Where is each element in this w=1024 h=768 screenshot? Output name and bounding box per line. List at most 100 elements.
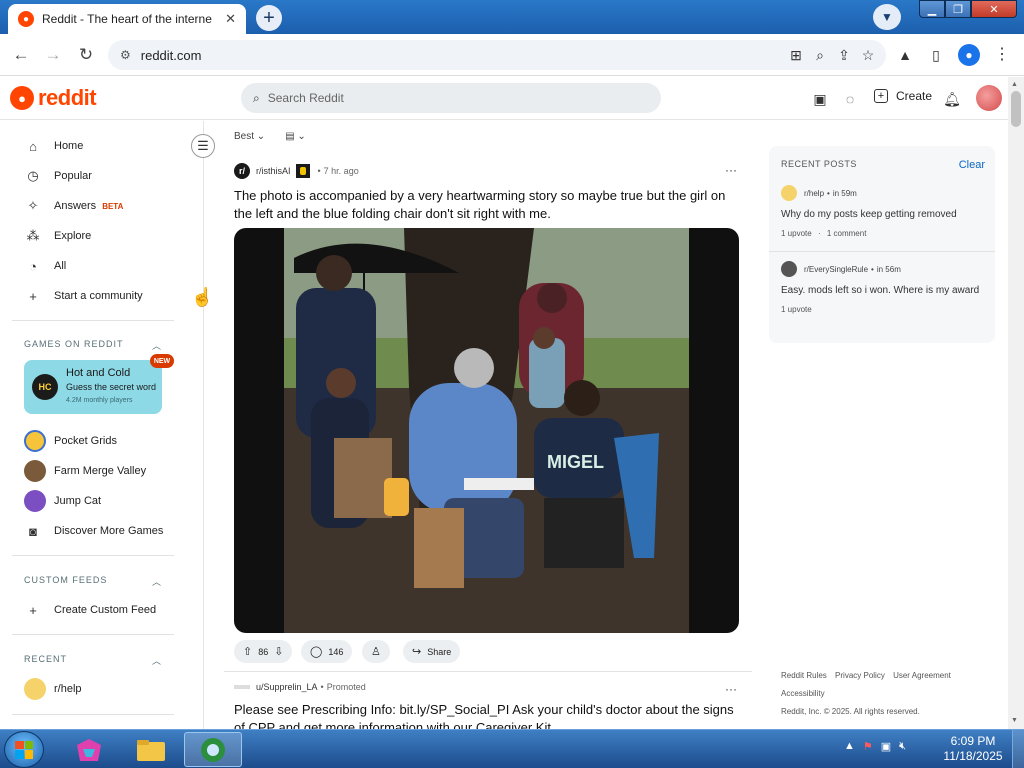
- address-bar[interactable]: ⚙ reddit.com: [108, 40, 886, 70]
- sidebar-item-popular[interactable]: ◷ Popular: [24, 165, 92, 187]
- sidebar-collapse-button[interactable]: ☰: [191, 134, 215, 158]
- browser-profile-icon[interactable]: ●: [958, 44, 980, 66]
- reddit-header: ● reddit ⌕ Search Reddit ▣ ◌ + Create 🔔︎: [0, 77, 1008, 120]
- sidebar-item-explore[interactable]: ⁂ Explore: [24, 225, 92, 247]
- game-title: Hot and Cold: [66, 367, 131, 379]
- sidebar-game-farm-merge-valley[interactable]: Farm Merge Valley: [24, 460, 146, 482]
- recent-posts-header: RECENT POSTS Clear: [781, 159, 985, 171]
- section-title: GAMES ON REDDIT: [24, 339, 124, 349]
- advertiser-link[interactable]: u/Supprelin_LA: [256, 682, 318, 692]
- chat-icon[interactable]: ◌: [840, 89, 860, 109]
- taskbar-app-paint[interactable]: [60, 732, 118, 767]
- clear-recent-button[interactable]: Clear: [959, 159, 985, 171]
- subreddit-link[interactable]: r/isthisAI: [256, 166, 291, 176]
- recent-post-time: in 56m: [876, 264, 901, 274]
- custom-feeds-section-header[interactable]: CUSTOM FEEDS ︿: [24, 575, 162, 588]
- create-label: Create: [896, 89, 933, 103]
- user-avatar[interactable]: [976, 85, 1002, 111]
- r-help-icon: [24, 678, 46, 700]
- share-page-icon[interactable]: ⇪: [834, 44, 854, 66]
- browser-tab[interactable]: ● Reddit - The heart of the interne ✕: [8, 4, 246, 34]
- downvote-icon[interactable]: ⇩: [274, 645, 283, 658]
- recent-post-item[interactable]: r/EverySingleRule • in 56m Easy. mods le…: [781, 261, 985, 314]
- start-button[interactable]: [4, 731, 44, 768]
- popular-icon: ◷: [27, 168, 39, 183]
- side-panel-icon[interactable]: ▯: [926, 44, 946, 66]
- sidebar-item-all[interactable]: ◔ All: [24, 255, 66, 277]
- taskbar-clock[interactable]: 6:09 PM 11/18/2025: [940, 734, 1006, 764]
- taskbar-app-file-explorer[interactable]: [122, 732, 180, 767]
- r-help-icon: [781, 185, 797, 201]
- games-section-header[interactable]: GAMES ON REDDIT ︿: [24, 339, 162, 352]
- reddit-logo[interactable]: ● reddit: [10, 85, 97, 111]
- action-center-flag-icon[interactable]: ⚑: [863, 740, 873, 753]
- scroll-up-arrow-icon[interactable]: ▲: [1011, 81, 1018, 88]
- new-tab-button[interactable]: +: [256, 5, 282, 31]
- zoom-icon[interactable]: ⌕: [810, 44, 830, 66]
- post-image[interactable]: MIGEL: [234, 228, 739, 633]
- browser-menu-icon[interactable]: ⋮: [994, 44, 1010, 64]
- window-maximize-button[interactable]: ❐: [945, 0, 971, 18]
- plus-icon: +: [874, 89, 888, 103]
- volume-muted-icon[interactable]: 🔇︎: [899, 740, 906, 753]
- sort-dropdown[interactable]: Best ⌄: [234, 131, 265, 142]
- extensions-icon[interactable]: ▲: [895, 44, 915, 66]
- footer-link-accessibility[interactable]: Accessibility: [781, 689, 825, 698]
- recent-posts-panel: RECENT POSTS Clear r/help • in 59m Why d…: [769, 146, 995, 343]
- sidebar-game-pocket-grids[interactable]: Pocket Grids: [24, 430, 117, 452]
- view-layout-dropdown[interactable]: ▤ ⌄: [285, 131, 306, 142]
- comments-button[interactable]: ◯ 146: [301, 640, 353, 663]
- subreddit-icon: r/: [234, 163, 250, 179]
- back-arrow-icon[interactable]: ←: [10, 44, 32, 66]
- footer-link-user-agreement[interactable]: User Agreement: [893, 671, 951, 680]
- forward-arrow-icon[interactable]: →: [42, 44, 64, 66]
- create-custom-feed-button[interactable]: + Create Custom Feed: [24, 599, 156, 621]
- footer-link-rules[interactable]: Reddit Rules: [781, 671, 827, 680]
- feed-controls: Best ⌄ ▤ ⌄: [234, 131, 306, 142]
- sidebar-divider: [12, 555, 174, 556]
- reddit-wordmark: reddit: [38, 85, 97, 110]
- game-label: Farm Merge Valley: [54, 465, 147, 477]
- window-close-button[interactable]: ✕: [971, 0, 1017, 18]
- share-button[interactable]: ↪ Share: [403, 640, 461, 663]
- notifications-bell-icon[interactable]: 🔔︎: [942, 89, 962, 109]
- tab-search-chevron-icon[interactable]: ▼: [873, 4, 901, 30]
- post-title[interactable]: The photo is accompanied by a very heart…: [234, 187, 734, 223]
- create-post-button[interactable]: + Create: [874, 89, 932, 103]
- vote-buttons[interactable]: ⇧ 86 ⇩: [234, 640, 293, 663]
- scroll-down-arrow-icon[interactable]: ▼: [1011, 717, 1018, 724]
- featured-game-card[interactable]: HC Hot and Cold Guess the secret word 4.…: [24, 360, 162, 414]
- sidebar-discover-games[interactable]: ◙ Discover More Games: [24, 520, 163, 542]
- recent-post-item[interactable]: r/help • in 59m Why do my posts keep get…: [781, 185, 985, 238]
- new-badge: NEW: [150, 354, 174, 368]
- scrollbar-thumb[interactable]: [1011, 91, 1021, 127]
- install-app-icon[interactable]: ⊞: [786, 44, 806, 66]
- tab-close-icon[interactable]: ✕: [225, 11, 236, 27]
- show-desktop-button[interactable]: [1012, 730, 1024, 768]
- promoted-post-title[interactable]: Please see Prescribing Info: bit.ly/SP_S…: [234, 701, 734, 729]
- browser-app-icon: [201, 737, 225, 762]
- reddit-search-input[interactable]: ⌕ Search Reddit: [241, 83, 661, 113]
- footer-copyright: Reddit, Inc. © 2025. All rights reserved…: [781, 707, 920, 716]
- sidebar-item-home[interactable]: ⌂ Home: [24, 135, 83, 157]
- sidebar-game-jump-cat[interactable]: Jump Cat: [24, 490, 101, 512]
- site-info-icon[interactable]: ⚙: [120, 48, 131, 62]
- advertise-icon[interactable]: ▣: [810, 89, 830, 109]
- network-icon[interactable]: ▣: [881, 740, 891, 753]
- reddit-favicon-icon: ●: [18, 11, 34, 27]
- recent-section-header[interactable]: RECENT ︿: [24, 654, 162, 667]
- tray-expand-icon[interactable]: ▲: [844, 740, 855, 753]
- bookmark-star-icon[interactable]: ☆: [858, 44, 878, 66]
- window-minimize-button[interactable]: ▁: [919, 0, 945, 18]
- taskbar-app-browser[interactable]: [184, 732, 242, 767]
- sidebar-recent-r-help[interactable]: r/help: [24, 678, 82, 700]
- explore-icon: ⁂: [26, 228, 40, 243]
- footer-link-privacy[interactable]: Privacy Policy: [835, 671, 885, 680]
- award-button[interactable]: ♙: [362, 640, 390, 663]
- sidebar-item-start-community[interactable]: + Start a community: [24, 285, 142, 307]
- upvote-icon[interactable]: ⇧: [243, 645, 252, 658]
- page-scrollbar[interactable]: ▲ ▼: [1008, 77, 1024, 729]
- all-icon: ◔: [29, 258, 37, 274]
- sidebar-item-answers[interactable]: ✧ Answers BETA: [24, 195, 124, 217]
- reload-icon[interactable]: ↻: [75, 44, 97, 66]
